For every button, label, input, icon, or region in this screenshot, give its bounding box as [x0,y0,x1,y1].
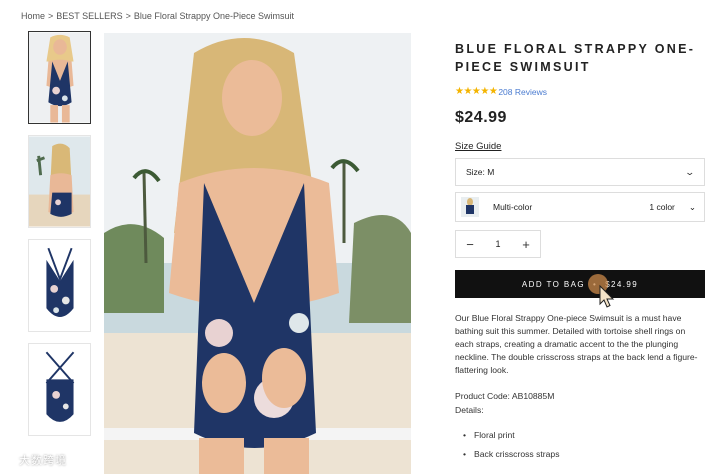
size-select-value: Size: M [466,167,495,177]
add-to-bag-label: ADD TO BAG [521,279,585,289]
thumbnail-flat-back-image [29,344,90,435]
breadcrumb-category[interactable]: BEST SELLERS [56,11,122,21]
product-description: Our Blue Floral Strappy One-piece Swimsu… [455,313,698,375]
watermark-logo-icon [2,454,16,466]
thumbnail-front-image [29,32,90,123]
model-photo [104,33,411,474]
thumbnail-flat-back[interactable] [28,343,91,436]
color-select[interactable]: Multi-color 1 color ⌄ [455,192,705,222]
list-item: Back crisscross straps [463,449,705,459]
product-info: BLUE FLORAL STRAPPY ONE-PIECE SWIMSUIT ★… [455,40,705,468]
product-price: $24.99 [455,109,507,126]
color-count: 1 color [649,202,675,212]
watermark: 大数跨境 [2,452,67,468]
breadcrumb-current: Blue Floral Strappy One-Piece Swimsuit [133,11,294,21]
quantity-stepper: − 1 + [455,230,541,258]
size-select[interactable]: Size: M ⌄ [455,158,705,186]
thumbnail-back-image [29,136,90,227]
thumbnail-back[interactable] [28,135,91,228]
thumbnail-flat-front[interactable] [28,239,91,332]
product-code: Product Code: AB10885M [455,391,555,401]
breadcrumb-home[interactable]: Home [21,11,45,21]
add-to-bag-button[interactable]: ADD TO BAG • $24.99 [455,270,705,308]
breadcrumb-separator: > [48,11,54,21]
quantity-increase-button[interactable]: + [520,237,532,252]
breadcrumb: Home > BEST SELLERS > Blue Floral Strappy On… [21,11,294,21]
color-select-value: Multi-color [493,202,533,212]
watermark-text: 大数跨境 [19,455,67,467]
product-title: BLUE FLORAL STRAPPY ONE-PIECE SWIMSUIT [455,42,696,74]
details-heading: Details: [455,405,484,415]
product-rating: ★★★★★ 208 Reviews [455,86,705,97]
color-swatch-thumbnail [461,197,479,217]
thumbnail-gallery [28,31,91,447]
chevron-down-icon: ⌄ [688,201,696,212]
reviews-link[interactable]: 208 Reviews [498,87,547,97]
size-guide-link[interactable]: Size Guide [455,141,501,152]
rating-stars-icon: ★★★★★ [455,86,498,97]
quantity-decrease-button[interactable]: − [464,237,476,252]
details-list: Floral print Back crisscross straps [455,430,705,459]
quantity-value[interactable]: 1 [495,239,500,249]
thumbnail-flat-front-image [29,240,90,331]
pointer-cursor-icon [588,274,615,308]
thumbnail-front[interactable] [28,31,91,124]
chevron-down-icon: ⌄ [684,166,696,177]
main-product-image[interactable] [104,33,411,474]
breadcrumb-separator: > [125,11,131,21]
list-item: Floral print [463,430,705,440]
